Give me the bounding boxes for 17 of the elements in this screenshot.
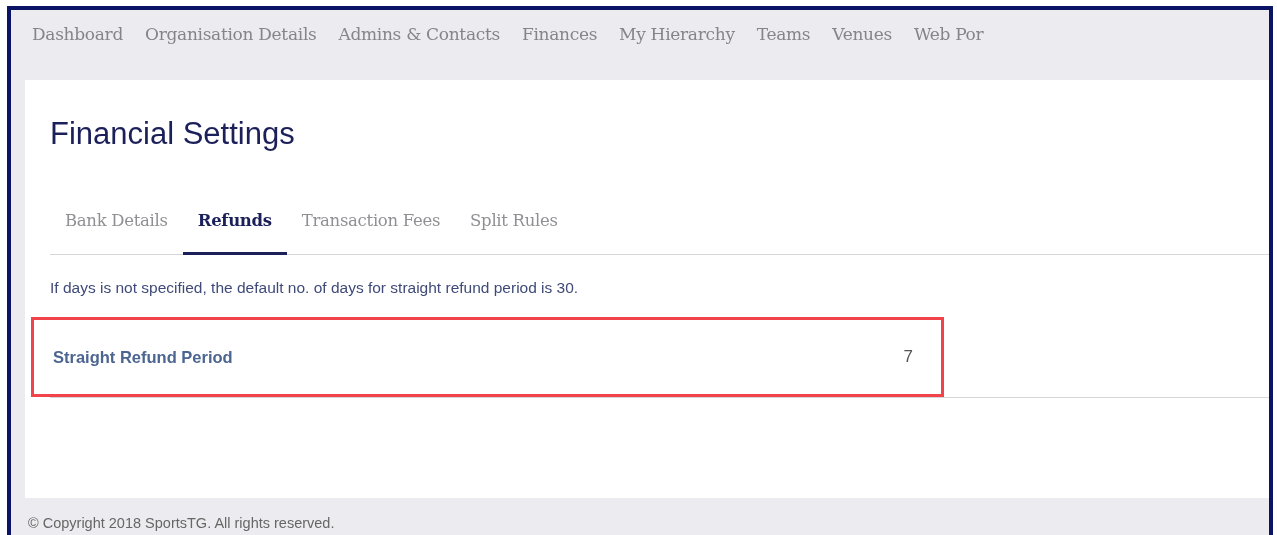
nav-link[interactable]: My Hierarchy: [619, 24, 735, 44]
setting-value: 7: [903, 347, 913, 367]
nav-link[interactable]: Venues: [832, 24, 892, 44]
nav-link[interactable]: Admins & Contacts: [338, 24, 500, 44]
copyright-text: © Copyright 2018 SportsTG. All rights reserved.: [27, 514, 336, 531]
nav-link[interactable]: Finances: [521, 24, 598, 44]
tab[interactable]: Transaction Fees: [286, 203, 456, 255]
info-text: If days is not specified, the default no. of days for straight refund period is 30.: [50, 279, 580, 297]
nav-link[interactable]: Teams: [756, 24, 811, 44]
nav-link[interactable]: Web Por: [913, 24, 984, 44]
page-title: Financial Settings: [50, 115, 296, 153]
nav-link[interactable]: Dashboard: [32, 24, 123, 44]
tab[interactable]: Refunds: [182, 203, 287, 255]
setting-label: Straight Refund Period: [53, 347, 233, 367]
tab[interactable]: Split Rules: [455, 203, 573, 255]
nav-link[interactable]: Organisation Details: [145, 24, 317, 44]
tab[interactable]: Bank Details: [50, 203, 183, 255]
